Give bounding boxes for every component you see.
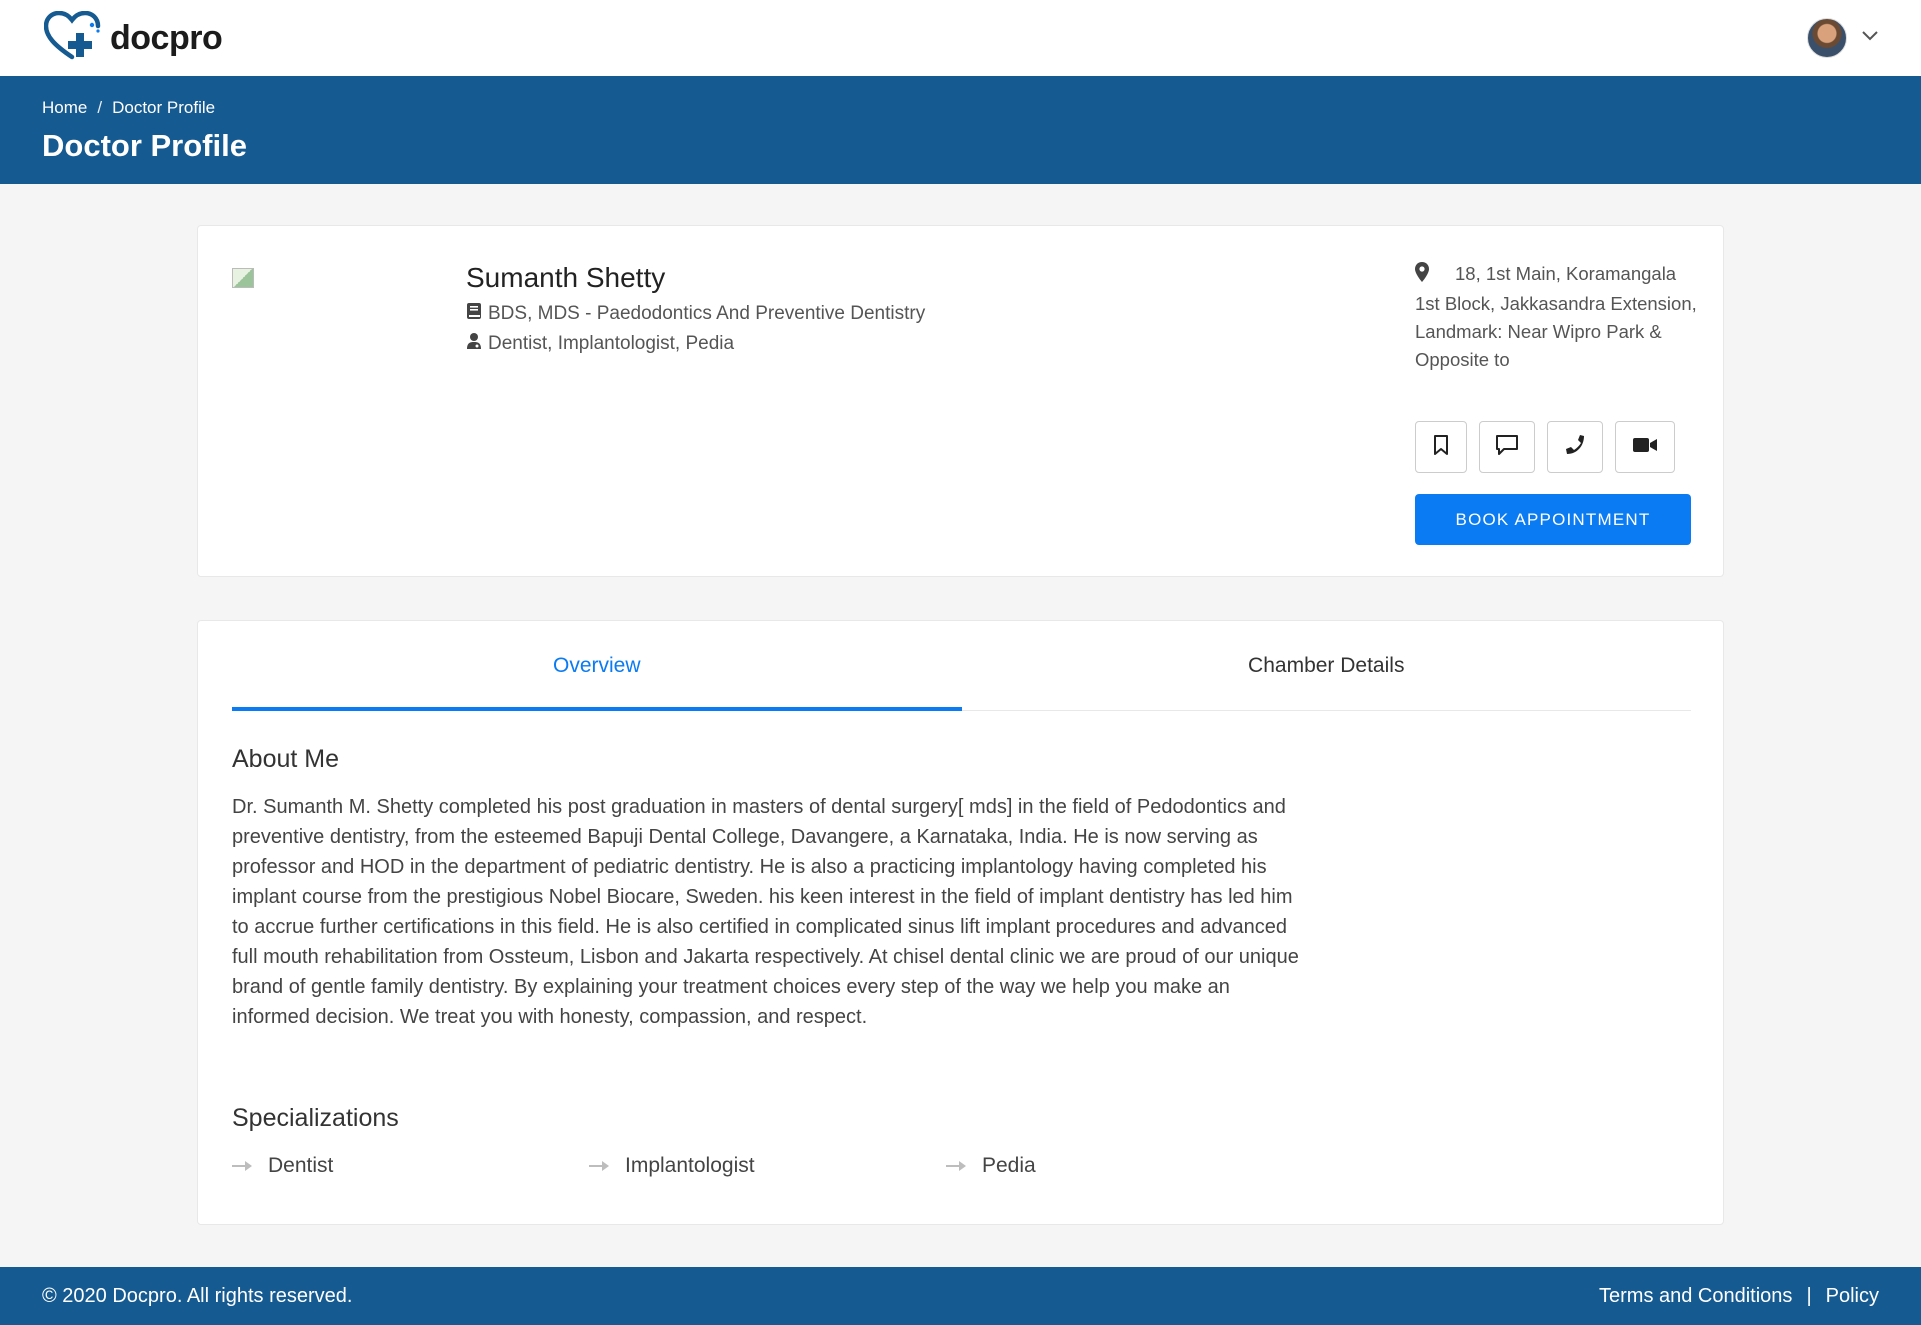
page-title: Doctor Profile [42,128,247,163]
user-menu[interactable] [1807,18,1879,58]
phone-icon [1564,434,1586,461]
chevron-down-icon[interactable] [1861,29,1879,47]
speciality-text: Dentist, Implantologist, Pedia [488,333,735,354]
video-call-button[interactable] [1615,421,1675,473]
breadcrumb-home[interactable]: Home [42,98,87,118]
call-button[interactable] [1547,421,1603,473]
heart-plus-logo-icon [43,10,104,66]
profile-tabs: Overview Chamber Details [232,621,1691,711]
video-icon [1632,436,1658,459]
breadcrumb-current: Doctor Profile [112,98,216,117]
chat-icon [1495,434,1519,461]
list-item: Implantologist [589,1154,946,1178]
action-buttons [1415,421,1675,473]
speciality-row: Dentist, Implantologist, Pedia [466,332,734,356]
page-banner: Home / Doctor Profile Doctor Profile [0,76,1921,184]
footer-links: Terms and Conditions | Policy [1599,1285,1879,1308]
about-me-heading: About Me [232,745,340,773]
footer: © 2020 Docpro. All rights reserved. Term… [0,1267,1921,1325]
bookmark-button[interactable] [1415,421,1467,473]
footer-separator: | [1806,1284,1812,1307]
tab-chamber-details[interactable]: Chamber Details [962,621,1692,710]
top-navbar: docpro [0,0,1921,76]
map-pin-icon [1415,260,1455,290]
bookmark-icon [1433,434,1449,461]
specialization-label: Pedia [982,1154,1036,1177]
specialization-label: Dentist [268,1154,334,1177]
terms-link[interactable]: Terms and Conditions [1599,1285,1792,1308]
book-icon [466,302,482,326]
doctor-name: Sumanth Shetty [466,262,666,293]
specializations-list: Dentist Implantologist Pedia [232,1154,1303,1178]
copyright-text: © 2020 Docpro. All rights reserved. [42,1284,353,1307]
list-item: Pedia [946,1154,1303,1178]
address-text: 18, 1st Main, Koramangala 1st Block, Jak… [1415,263,1697,370]
logo-text: docpro [110,18,223,57]
details-card: Overview Chamber Details About Me Dr. Su… [197,620,1724,1225]
about-me-text: Dr. Sumanth M. Shetty completed his post… [232,796,1299,1028]
specializations-heading: Specializations [232,1104,399,1132]
policy-link[interactable]: Policy [1826,1285,1879,1308]
list-item: Dentist [232,1154,589,1178]
qualification-text: BDS, MDS - Paedodontics And Preventive D… [488,303,926,324]
chat-button[interactable] [1479,421,1535,473]
logo[interactable]: docpro [43,10,223,66]
breadcrumb: Home / Doctor Profile [42,98,1879,118]
avatar[interactable] [1807,18,1847,58]
doctor-icon [466,332,482,356]
doctor-profile-card: Sumanth Shetty BDS, MDS - Paedodontics A… [197,225,1724,577]
arrow-right-icon [589,1154,609,1178]
doctor-photo [232,268,254,288]
arrow-right-icon [232,1154,252,1178]
arrow-right-icon [946,1154,966,1178]
tab-overview[interactable]: Overview [232,621,962,711]
clinic-address: 18, 1st Main, Koramangala 1st Block, Jak… [1415,260,1705,374]
book-appointment-button[interactable]: BOOK APPOINTMENT [1415,494,1691,545]
specialization-label: Implantologist [625,1154,755,1177]
qualification-row: BDS, MDS - Paedodontics And Preventive D… [466,302,925,326]
breadcrumb-separator: / [97,98,103,117]
